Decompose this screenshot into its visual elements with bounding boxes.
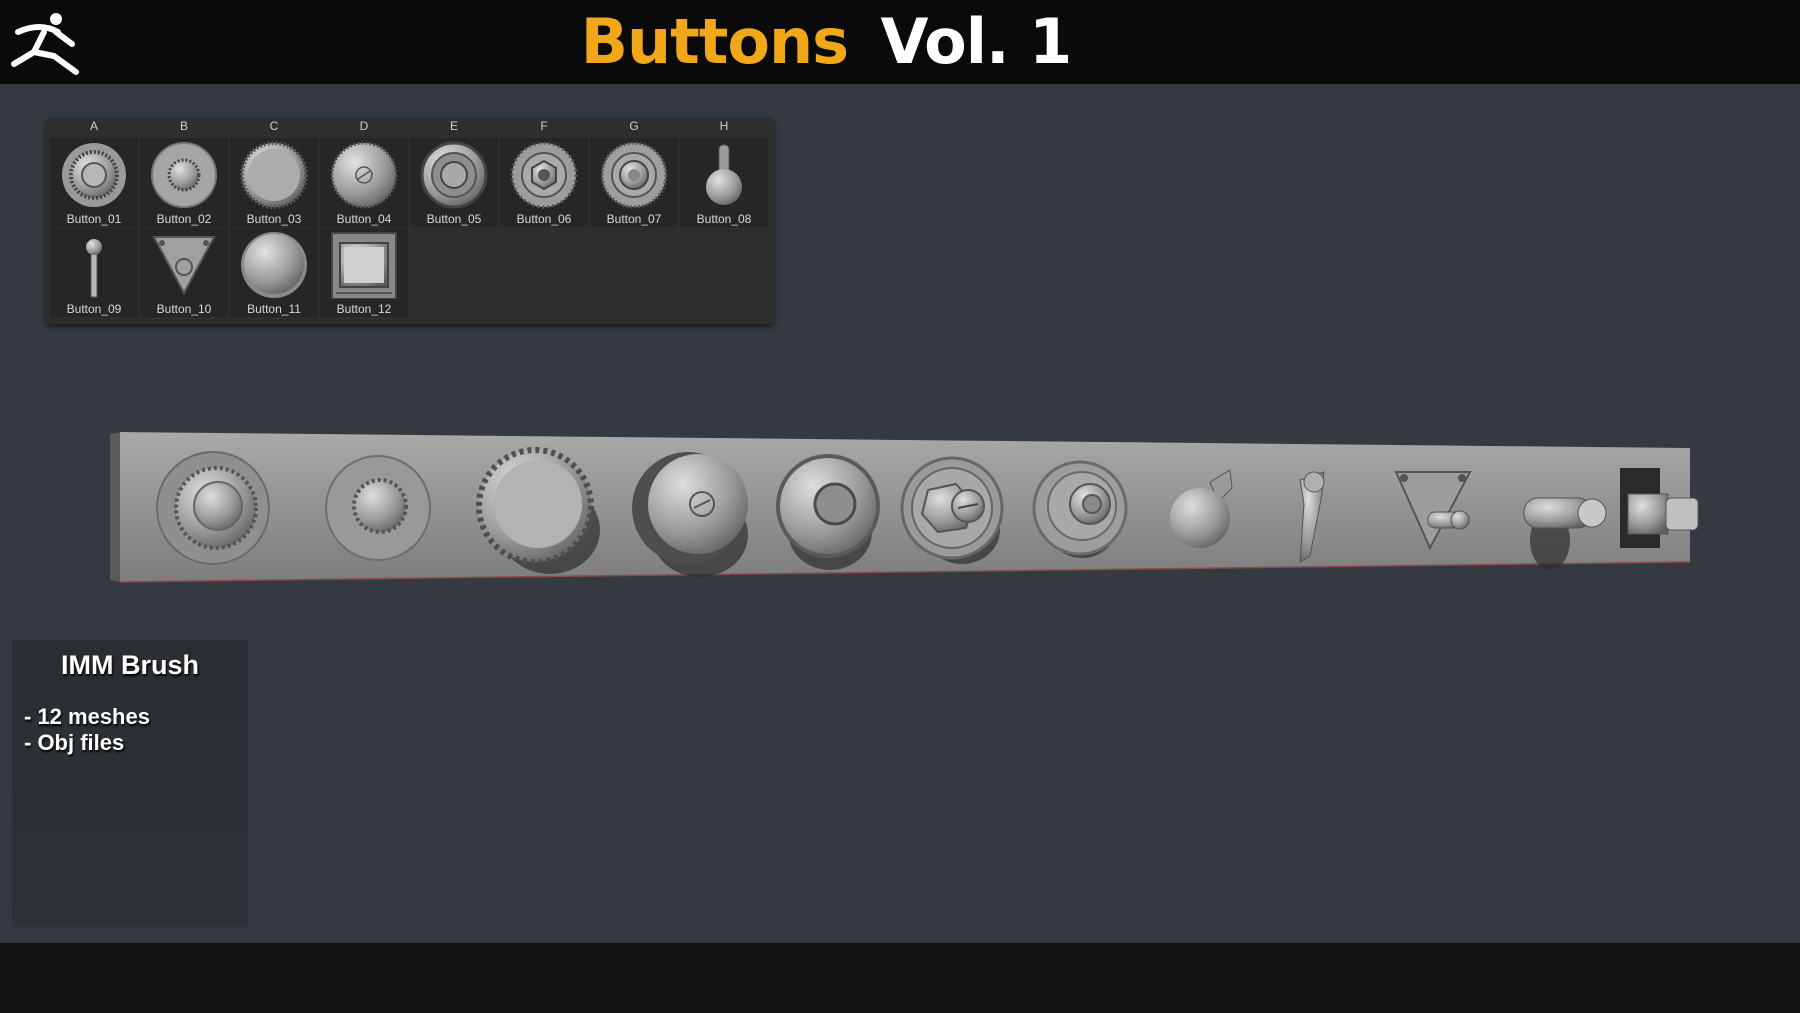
brush-item-06[interactable]: Button_06	[500, 138, 588, 227]
column-letter-d: D	[359, 119, 369, 133]
hex-nut-button-icon	[510, 141, 578, 209]
brush-item-label: Button_07	[606, 212, 662, 226]
triangle-plate-icon	[152, 236, 216, 296]
brush-item-label: Button_08	[696, 212, 752, 226]
brush-item-11[interactable]: Button_11	[230, 228, 318, 317]
small-knob-icon	[151, 142, 217, 208]
footer-bar	[0, 943, 1800, 1013]
brush-item-07[interactable]: Button_07	[590, 138, 678, 227]
column-letter-g: G	[629, 119, 639, 133]
column-letter-b: B	[179, 119, 188, 133]
title-buttons: Buttons	[580, 5, 849, 78]
brush-item-01[interactable]: Button_01	[50, 138, 138, 227]
info-title: IMM Brush	[61, 650, 199, 680]
column-letter-e: E	[449, 119, 458, 133]
ring-button-icon	[420, 141, 488, 209]
brush-item-09[interactable]: Button_09	[50, 228, 138, 317]
brush-item-label: Button_02	[156, 212, 212, 226]
brush-item-08[interactable]: Button_08	[680, 138, 768, 227]
column-letter-c: C	[269, 119, 279, 133]
preview-dial-2	[325, 455, 431, 561]
brush-item-label: Button_09	[66, 302, 122, 316]
ball-lever-icon	[706, 144, 742, 205]
page-title: Buttons Vol. 1	[0, 0, 1800, 84]
knurled-dial-icon	[62, 143, 126, 207]
sphere-button-icon	[241, 232, 307, 298]
buttons-preview-strip	[110, 432, 1699, 583]
flat-knurled-cap-icon	[240, 141, 308, 209]
square-rocker-icon	[331, 232, 397, 299]
brush-item-label: Button_01	[66, 212, 122, 226]
column-letter-a: A	[89, 119, 98, 133]
brush-item-label: Button_03	[246, 212, 302, 226]
brush-item-label: Button_06	[516, 212, 572, 226]
brush-item-label: Button_11	[247, 302, 301, 316]
brush-item-10[interactable]: Button_10	[140, 228, 228, 317]
slotted-cap-icon	[330, 141, 398, 209]
header-bar: Buttons Vol. 1	[0, 0, 1800, 84]
brush-item-03[interactable]: Button_03	[230, 138, 318, 227]
info-panel: IMM Brush - 12 meshes - Obj files	[12, 640, 248, 927]
brush-item-label: Button_05	[426, 212, 482, 226]
column-letter-f: F	[540, 119, 548, 133]
brush-item-label: Button_12	[336, 302, 392, 316]
column-letter-h: H	[719, 119, 729, 133]
brush-palette: A B C D E F G H Button_01 Button_02 Button_03 Butto…	[46, 118, 774, 324]
brush-item-label: Button_10	[156, 302, 212, 316]
preview-dial-1	[156, 451, 270, 565]
info-item-meshes: - 12 meshes	[24, 704, 150, 729]
brush-item-02[interactable]: Button_02	[140, 138, 228, 227]
brush-item-12[interactable]: Button_12	[320, 228, 408, 317]
stepped-ring-icon	[600, 141, 668, 209]
brush-item-05[interactable]: Button_05	[410, 138, 498, 227]
brush-item-label: Button_04	[336, 212, 392, 226]
brush-item-04[interactable]: Button_04	[320, 138, 408, 227]
toggle-lever-icon	[86, 239, 102, 298]
info-item-files: - Obj files	[24, 730, 125, 755]
title-volume: Vol. 1	[880, 5, 1073, 78]
